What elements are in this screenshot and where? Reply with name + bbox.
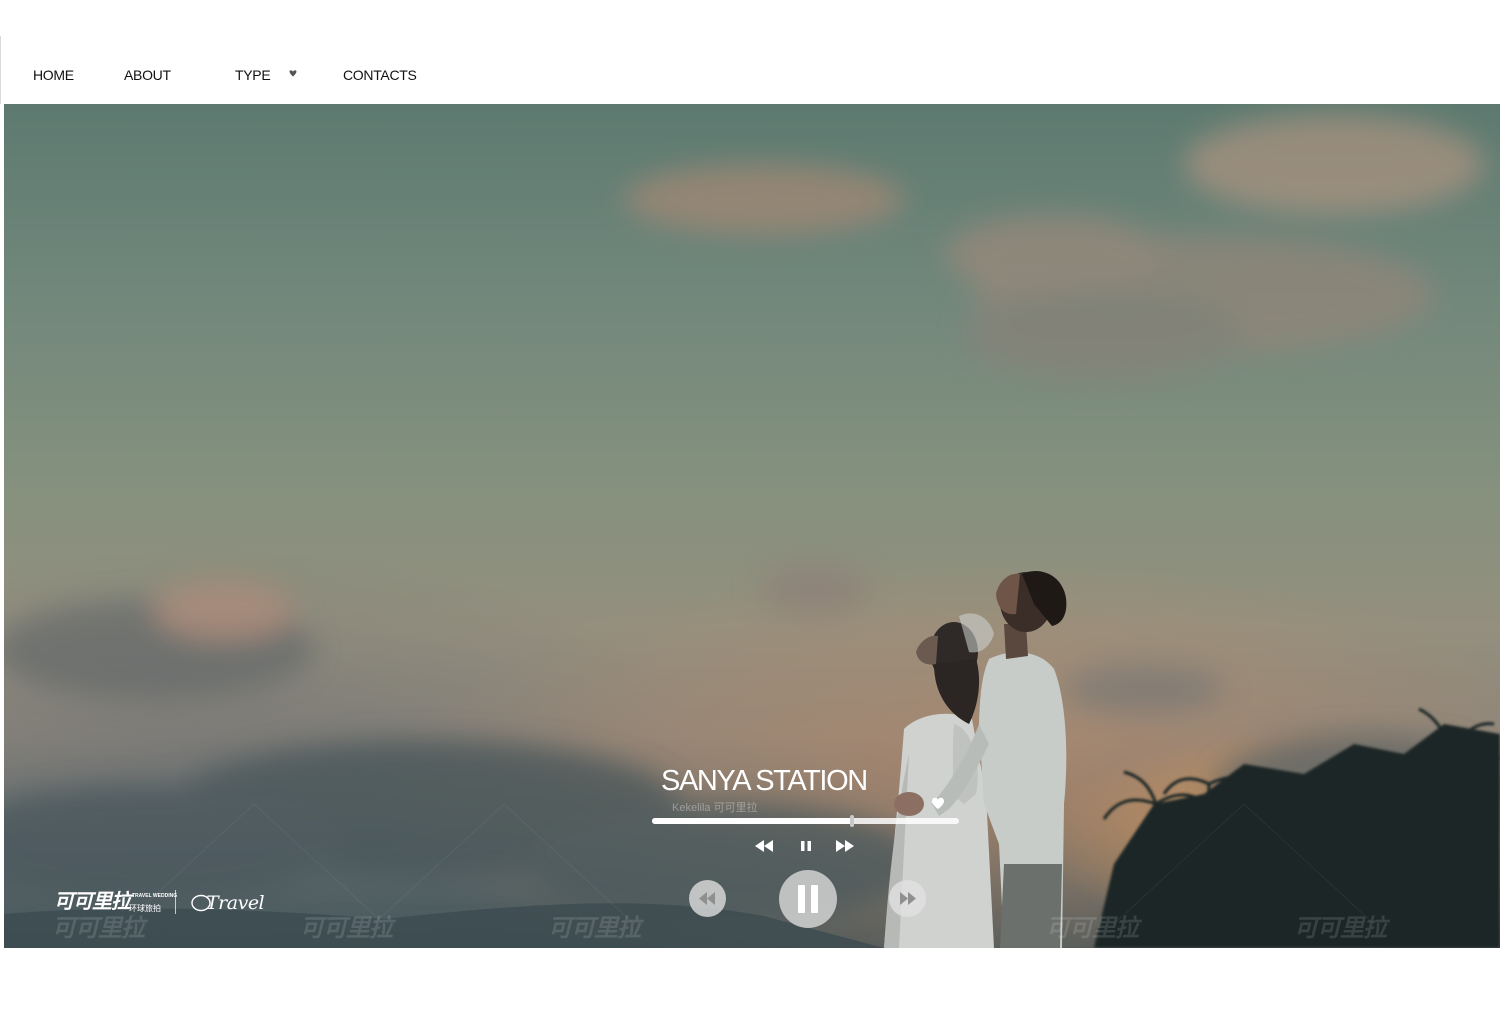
progress-bar[interactable] — [652, 815, 959, 827]
rewind-button[interactable] — [689, 880, 726, 917]
nav-item-type[interactable]: TYPE — [235, 67, 271, 83]
caret-down-icon[interactable] — [288, 69, 298, 79]
fast-forward-icon — [900, 892, 916, 905]
nav-item-home[interactable]: HOME — [33, 67, 74, 83]
progress-fill — [652, 818, 852, 824]
top-nav: HOME ABOUT TYPE CONTACTS — [0, 36, 1500, 104]
fast-forward-icon[interactable] — [834, 839, 856, 853]
brand-logo-tagline: 环球旅拍 — [129, 904, 161, 913]
rewind-icon[interactable] — [753, 839, 775, 853]
heart-icon[interactable] — [931, 797, 945, 810]
travel-logo: Travel — [206, 892, 265, 914]
upper-clouds — [624, 114, 1484, 379]
pause-icon[interactable] — [800, 839, 812, 853]
nav-item-contacts[interactable]: CONTACTS — [343, 67, 417, 83]
brand-logo-text: 可可里拉 — [54, 891, 131, 913]
nav-item-about[interactable]: ABOUT — [124, 67, 171, 83]
fast-forward-button[interactable] — [889, 880, 926, 917]
brand-logo-subtitle: TRAVEL WEDDING — [132, 893, 178, 899]
track-artist: Kekelila 可可里拉 — [672, 802, 758, 814]
pause-icon — [798, 885, 818, 913]
pause-button[interactable] — [779, 870, 837, 928]
progress-handle[interactable] — [849, 815, 854, 827]
track-title: SANYA STATION — [661, 765, 868, 797]
rewind-icon — [699, 892, 715, 905]
logo-divider — [175, 890, 176, 914]
